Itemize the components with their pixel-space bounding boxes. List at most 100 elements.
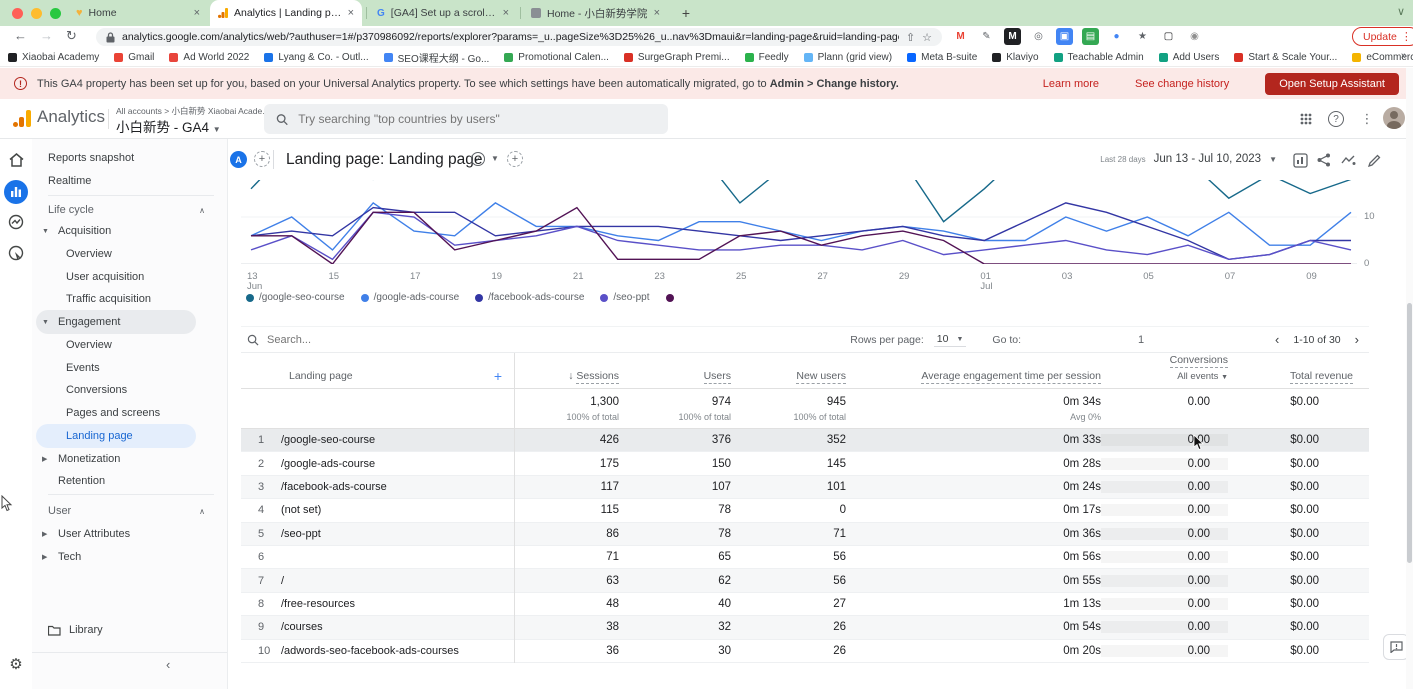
bookmarks-overflow-icon[interactable]: » [1401,50,1407,62]
help-icon[interactable]: ? [1328,111,1344,127]
scrollbar-track[interactable] [1406,68,1413,689]
bookmark-item[interactable]: Ad World 2022 [169,52,249,63]
learn-more-link[interactable]: Learn more [1043,78,1099,90]
bookmark-item[interactable]: Meta B-suite [907,52,977,63]
nav-monetization[interactable]: ▶Monetization [32,448,227,470]
camera-extension-icon[interactable]: ◎ [1030,28,1047,45]
window-close-icon[interactable] [12,8,23,19]
share-page-icon[interactable]: ⇧ [906,31,915,44]
expand-arrow-icon[interactable]: ▶ [42,455,58,463]
table-search-input[interactable] [267,334,487,346]
account-avatar[interactable] [1383,107,1405,129]
tab-analytics[interactable]: Analytics | Landing page: Land × [210,0,362,26]
expand-arrow-icon[interactable]: ▼ [42,319,58,326]
nav-section-user[interactable]: User∧ [32,500,227,522]
tab-home[interactable]: ♥ Home × [68,0,208,26]
tab-ga4-scroll[interactable]: G [GA4] Set up a scroll conversi × [369,0,517,26]
home-icon[interactable] [7,151,25,169]
table-row[interactable]: 4(not set)1157800m 17s0.00$0.00 [241,499,1369,522]
nav-pages-and-screens[interactable]: Pages and screens [32,402,227,424]
col-sessions[interactable]: ↓ Sessions [514,370,619,388]
nav-retention[interactable]: Retention [32,470,227,492]
tab-close-icon[interactable]: × [348,7,354,19]
bookmark-item[interactable]: Plann (grid view) [804,52,892,63]
rows-per-page-select[interactable]: 10▼ [934,332,967,347]
explore-icon[interactable] [7,213,25,231]
see-change-history-link[interactable]: See change history [1135,78,1229,90]
kebab-menu-icon[interactable]: ⋮ [1356,108,1378,130]
table-row[interactable]: 2/google-ads-course1751501450m 28s0.00$0… [241,452,1369,475]
table-row[interactable]: 9/courses3832260m 54s0.00$0.00 [241,616,1369,639]
conversions-event-filter[interactable]: All events ▼ [1177,371,1228,382]
bookmark-item[interactable]: SEO课程大纲 - Go... [384,50,490,65]
advertising-icon[interactable] [7,244,25,262]
nav-events[interactable]: Events [32,357,227,379]
tab-close-icon[interactable]: × [503,7,509,19]
table-row[interactable]: 3/facebook-ads-course1171071010m 24s0.00… [241,476,1369,499]
collapse-chevron-icon[interactable]: ∧ [199,507,205,516]
m-dark-extension-icon[interactable]: M [1004,28,1021,45]
legend-item[interactable]: /google-seo-course [246,292,345,303]
admin-gear-icon[interactable]: ⚙ [7,655,25,673]
update-button[interactable]: Update ⋮ [1352,27,1413,46]
nav-reports-snapshot[interactable]: Reports snapshot [32,147,227,169]
window-zoom-icon[interactable] [50,8,61,19]
customize-report-icon[interactable] [1291,151,1309,169]
bookmark-item[interactable]: Add Users [1159,52,1220,63]
expand-arrow-icon[interactable]: ▼ [42,228,58,235]
bookmark-item[interactable]: Klaviyo [992,52,1038,63]
table-row[interactable]: 7/6362560m 55s0.00$0.00 [241,569,1369,592]
forward-icon[interactable]: → [40,28,53,43]
tab-close-icon[interactable]: × [654,7,660,19]
ga-search-bar[interactable] [264,104,668,134]
col-new-users[interactable]: New users [731,370,846,388]
bookmark-item[interactable]: Feedly [745,52,789,63]
scrollbar-thumb[interactable] [1407,303,1412,563]
chart-canvas[interactable] [241,180,1357,264]
next-page-icon[interactable]: › [1351,332,1363,347]
window-minimize-icon[interactable] [31,8,42,19]
reports-icon[interactable] [4,180,28,204]
nav-library[interactable]: Library [32,619,227,641]
expand-arrow-icon[interactable]: ▶ [42,530,58,538]
open-setup-assistant-button[interactable]: Open Setup Assistant [1265,73,1399,95]
bookmark-item[interactable]: SurgeGraph Premi... [624,52,730,63]
expand-arrow-icon[interactable]: ▶ [42,553,58,561]
col-users[interactable]: Users [619,370,731,388]
tab-close-icon[interactable]: × [194,7,200,19]
table-row[interactable]: 1/google-seo-course4263763520m 33s0.00$0… [241,429,1369,452]
profile-icon[interactable]: ◉ [1186,28,1203,45]
legend-item[interactable]: /seo-ppt [600,292,649,303]
nav-conversions[interactable]: Conversions [32,379,227,401]
bookmark-item[interactable]: Xiaobai Academy [8,52,99,63]
omnibox[interactable]: analytics.google.com/analytics/web/?auth… [96,28,942,46]
nav-tech[interactable]: ▶Tech [32,546,227,568]
legend-item[interactable]: /google-ads-course [361,292,460,303]
collapse-sidebar-icon[interactable]: ‹ [166,657,170,672]
report-caret-icon[interactable]: ▼ [491,154,499,163]
nav-engagement-overview[interactable]: Overview [32,334,227,356]
nav-landing-page[interactable]: Landing page [32,425,227,447]
goto-page-input[interactable] [1031,334,1251,346]
saved-check-icon[interactable]: ✓ [471,152,485,166]
prev-page-icon[interactable]: ‹ [1271,332,1283,347]
nav-section-life-cycle[interactable]: Life cycle∧ [32,199,227,221]
bookmark-item[interactable]: Start & Scale Your... [1234,52,1337,63]
tabstrip-chevron-icon[interactable]: ∨ [1397,5,1405,18]
device-extension-icon[interactable]: ▢ [1160,28,1177,45]
bookmark-item[interactable]: Lyang & Co. - Outl... [264,52,368,63]
grid-extension-icon[interactable]: ▤ [1082,28,1099,45]
nav-realtime[interactable]: Realtime [32,170,227,192]
notes-extension-icon[interactable]: ▣ [1056,28,1073,45]
browser-extension-icon[interactable]: ● [1108,28,1125,45]
bookmark-item[interactable]: Gmail [114,52,154,63]
edit-pencil-icon[interactable] [1365,151,1383,169]
nav-traffic-acquisition[interactable]: Traffic acquisition [32,288,227,310]
nav-user-acquisition[interactable]: User acquisition [32,266,227,288]
nav-acquisition-overview[interactable]: Overview [32,243,227,265]
table-row[interactable]: 67165560m 56s0.00$0.00 [241,546,1369,569]
share-icon[interactable] [1315,151,1333,169]
bookmark-star-icon[interactable]: ☆ [922,31,932,44]
legend-item[interactable] [666,294,674,302]
nav-engagement[interactable]: ▼Engagement [32,311,227,333]
